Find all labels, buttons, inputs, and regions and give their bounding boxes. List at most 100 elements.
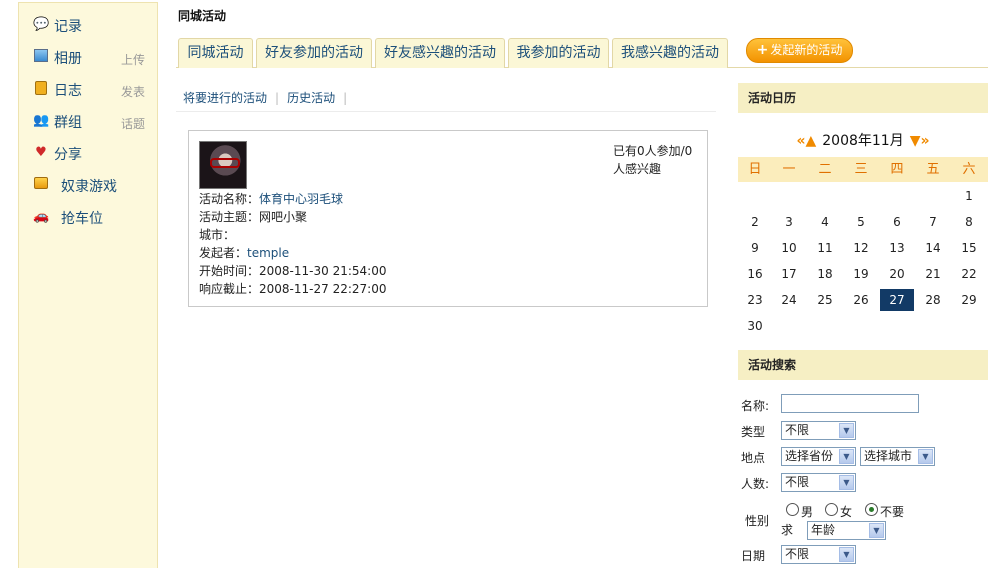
upcoming-activities-link[interactable]: 将要进行的活动: [183, 91, 267, 105]
topics-link[interactable]: 话题: [121, 115, 145, 132]
sidebar-item-share[interactable]: ♥ 分享: [19, 141, 159, 165]
tab-my-joined[interactable]: 我参加的活动: [508, 38, 609, 68]
people-select[interactable]: 不限 ▼: [781, 473, 856, 492]
activity-theme: 网吧小聚: [259, 210, 308, 224]
calendar-day[interactable]: 18: [808, 263, 842, 285]
publish-link[interactable]: 发表: [121, 83, 145, 100]
calendar-day[interactable]: 4: [808, 211, 842, 233]
avatar[interactable]: [199, 141, 247, 189]
age-select[interactable]: 年龄 ▼: [807, 521, 886, 540]
tab-my-interested[interactable]: 我感兴趣的活动: [612, 38, 728, 68]
calendar-day[interactable]: 6: [880, 211, 914, 233]
weekday-header-cell: 日: [748, 162, 762, 177]
gender-label: 性别: [745, 514, 770, 528]
calendar-day[interactable]: 30: [738, 315, 772, 337]
sidebar-item-blog[interactable]: 日志 发表: [19, 77, 159, 101]
subnav-divider: [176, 111, 716, 112]
start-time-label: 开始时间：: [199, 264, 260, 278]
calendar-day[interactable]: 1: [952, 185, 986, 207]
activity-name-row: 活动名称：体育中心羽毛球: [199, 190, 343, 207]
sidebar-item-album[interactable]: 相册 上传: [19, 45, 159, 69]
city-select[interactable]: 选择城市 ▼: [860, 447, 935, 466]
calendar-weekday-header: 日一二三四五六: [738, 157, 988, 182]
deadline-label: 响应截止：: [199, 282, 260, 296]
join-info: 已有0人参加/0人感兴趣: [613, 144, 693, 176]
calendar-day[interactable]: 2: [738, 211, 772, 233]
sidebar-item-label: 记录: [54, 19, 82, 35]
calendar-day[interactable]: 20: [880, 263, 914, 285]
name-input[interactable]: [781, 394, 919, 413]
prev-month-button[interactable]: ▲: [805, 133, 816, 149]
sidebar-item-groups[interactable]: 👥 群组 话题: [19, 109, 159, 133]
history-activities-link[interactable]: 历史活动: [287, 91, 335, 105]
search-panel-title: 活动搜索: [738, 350, 988, 380]
next-month-button[interactable]: ▼: [910, 133, 921, 149]
car-icon: 🚗: [33, 209, 50, 224]
game-icon: [33, 177, 49, 193]
calendar-day[interactable]: 16: [738, 263, 772, 285]
activity-deadline-row: 响应截止：2008-11-27 22:27:00: [199, 280, 386, 297]
name-label: 名称:: [741, 399, 770, 413]
date-select[interactable]: 不限 ▼: [781, 545, 856, 564]
calendar-day[interactable]: 28: [916, 289, 950, 311]
calendar-day[interactable]: 15: [952, 237, 986, 259]
activity-name-label: 活动名称：: [199, 192, 260, 206]
calendar-day[interactable]: 9: [738, 237, 772, 259]
calendar-day[interactable]: 21: [916, 263, 950, 285]
calendar-month-title: 2008年11月: [822, 133, 904, 149]
sidebar-item-slave-game[interactable]: 奴隶游戏: [19, 173, 159, 197]
hearts-icon: ♥: [35, 145, 47, 160]
calendar-day[interactable]: 12: [844, 237, 878, 259]
calendar-day[interactable]: 25: [808, 289, 842, 311]
next-year-button[interactable]: »: [921, 133, 930, 149]
chevron-down-icon: ▼: [839, 449, 854, 464]
calendar-day[interactable]: 22: [952, 263, 986, 285]
calendar-nav: «▲ 2008年11月 ▼»: [738, 130, 988, 152]
sidebar-item-label: 相册: [54, 51, 82, 67]
calendar-day[interactable]: 24: [772, 289, 806, 311]
calendar-day[interactable]: 13: [880, 237, 914, 259]
sidebar-item-label: 群组: [54, 115, 82, 131]
weekday-header-cell: 六: [962, 162, 976, 177]
calendar-day[interactable]: 3: [772, 211, 806, 233]
organizer-link[interactable]: temple: [247, 246, 289, 260]
sidebar-item-records[interactable]: 💬 记录: [19, 13, 159, 37]
sidebar-item-label: 抢车位: [61, 211, 103, 227]
tab-friends-joined[interactable]: 好友参加的活动: [256, 38, 372, 68]
new-activity-button[interactable]: + 发起新的活动: [746, 38, 853, 63]
sidebar: 💬 记录 相册 上传 日志 发表 👥 群组 话题 ♥ 分享 奴隶游戏 🚗 抢车位: [18, 2, 158, 568]
calendar-day[interactable]: 8: [952, 211, 986, 233]
province-select[interactable]: 选择省份 ▼: [781, 447, 856, 466]
calendar-day[interactable]: 7: [916, 211, 950, 233]
glasses-decoration: [210, 158, 240, 168]
calendar-day[interactable]: 23: [738, 289, 772, 311]
sidebar-item-parking[interactable]: 🚗 抢车位: [19, 205, 159, 229]
activity-theme-label: 活动主题：: [199, 210, 260, 224]
sidebar-item-label: 日志: [54, 83, 82, 99]
activity-card: 已有0人参加/0人感兴趣 活动名称：体育中心羽毛球 活动主题：网吧小聚 城市： …: [188, 130, 708, 307]
type-select[interactable]: 不限 ▼: [781, 421, 856, 440]
calendar-day[interactable]: 19: [844, 263, 878, 285]
calendar-day[interactable]: 10: [772, 237, 806, 259]
calendar-day[interactable]: 26: [844, 289, 878, 311]
date-label: 日期: [741, 549, 766, 563]
calendar-panel-title: 活动日历: [738, 83, 988, 113]
upload-link[interactable]: 上传: [121, 51, 145, 68]
deadline: 2008-11-27 22:27:00: [259, 282, 387, 296]
page-title: 同城活动: [178, 9, 227, 23]
chevron-down-icon: ▼: [918, 449, 933, 464]
calendar-day[interactable]: 17: [772, 263, 806, 285]
weekday-header-cell: 五: [926, 162, 940, 177]
city-select-value: 选择城市: [864, 449, 913, 463]
tab-friends-interested[interactable]: 好友感兴趣的活动: [375, 38, 505, 68]
weekday-header-cell: 四: [890, 162, 904, 177]
calendar-day[interactable]: 14: [916, 237, 950, 259]
type-select-value: 不限: [785, 423, 810, 437]
activity-name-link[interactable]: 体育中心羽毛球: [259, 192, 343, 206]
calendar-day[interactable]: 29: [952, 289, 986, 311]
photo-icon: [33, 49, 49, 65]
tab-local-activities[interactable]: 同城活动: [178, 38, 253, 68]
calendar-day[interactable]: 5: [844, 211, 878, 233]
calendar-day[interactable]: 11: [808, 237, 842, 259]
calendar-day-today[interactable]: 27: [880, 289, 914, 311]
